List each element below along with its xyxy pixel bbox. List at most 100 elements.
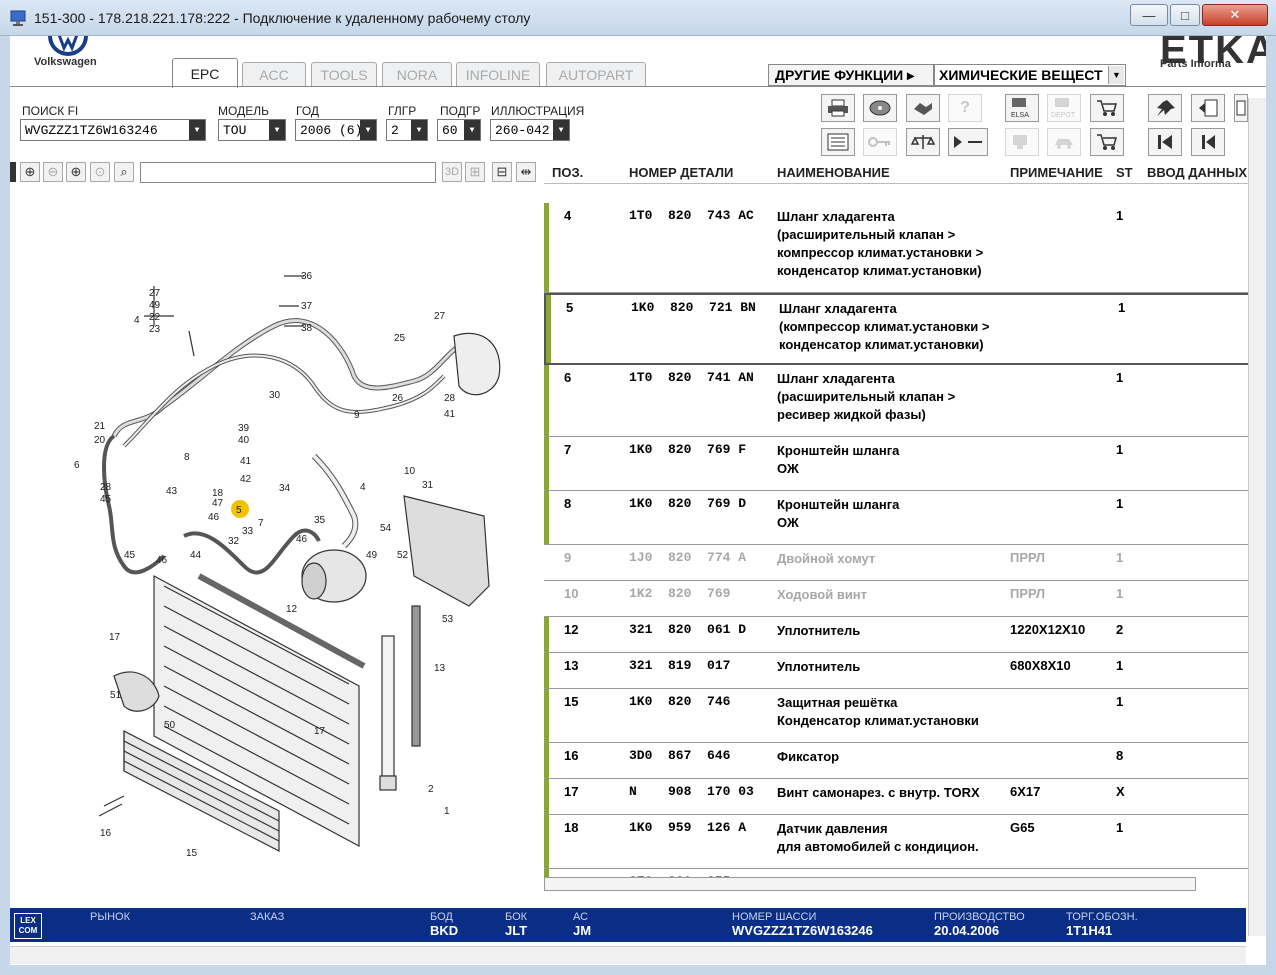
- grid-view-button[interactable]: ⊞: [465, 162, 485, 182]
- tab-autopart[interactable]: AUTOPART: [546, 62, 646, 86]
- other-functions-button[interactable]: ДРУГИЕ ФУНКЦИИ ▸: [768, 64, 934, 86]
- group-select[interactable]: 2 ▼: [386, 119, 428, 141]
- bottom-scrollbar[interactable]: [10, 946, 1246, 964]
- callout-6: 6: [74, 460, 80, 471]
- layout-button[interactable]: ⊟: [492, 162, 512, 182]
- table-row[interactable]: 12 321 820 061 D Уплотнитель 1220X12X10 2: [544, 617, 1256, 653]
- table-row[interactable]: 10 1K2 820 769 Ходовой винт ПРРЛ 1: [544, 581, 1256, 617]
- tab-nora[interactable]: NORA: [382, 62, 452, 86]
- search-button[interactable]: ⌕: [114, 162, 134, 182]
- close-button[interactable]: ✕: [1202, 4, 1268, 26]
- col-name[interactable]: НАИМЕНОВАНИЕ: [777, 165, 890, 180]
- first-button[interactable]: [1148, 128, 1182, 156]
- row-part-number: 1J0 820 774 A: [629, 550, 747, 565]
- callout-31: 31: [422, 480, 434, 491]
- monitor-button[interactable]: [821, 128, 855, 156]
- row-name: Двойной хомут: [777, 551, 876, 566]
- tab-epc[interactable]: EPC: [172, 58, 238, 88]
- chevron-down-icon[interactable]: ▼: [464, 120, 480, 140]
- table-row[interactable]: 9 1J0 820 774 A Двойной хомут ПРРЛ 1: [544, 545, 1256, 581]
- cart-button[interactable]: [1090, 128, 1124, 156]
- row-pos: 8: [564, 496, 572, 511]
- monitor2-button[interactable]: [1005, 128, 1039, 156]
- callout-52: 52: [397, 550, 409, 561]
- key-icon: [868, 137, 890, 147]
- layout-icon: ⊟: [496, 164, 508, 179]
- table-row[interactable]: 13 321 819 017 Уплотнитель 680X8X10 1: [544, 653, 1256, 689]
- cd-button[interactable]: [863, 94, 897, 122]
- zoom-in-button[interactable]: ⊕: [20, 162, 40, 182]
- table-row[interactable]: 8 1K0 820 769 D Кронштейн шланга ОЖ 1: [544, 491, 1256, 545]
- depot-button[interactable]: DEPOT: [1047, 94, 1081, 122]
- callout-20: 20: [94, 435, 106, 446]
- table-row[interactable]: 6 1T0 820 741 AN Шланг хладагента (расшири…: [544, 365, 1256, 437]
- col-st[interactable]: ST: [1116, 165, 1133, 180]
- scale-button[interactable]: [906, 128, 940, 156]
- pin-button[interactable]: [1148, 94, 1182, 122]
- prev-page-button[interactable]: [1191, 94, 1225, 122]
- model-select[interactable]: TOU ▼: [218, 119, 286, 141]
- chevron-down-icon[interactable]: ▼: [411, 120, 427, 140]
- callout-43: 43: [166, 486, 178, 497]
- accent-bar: [546, 295, 551, 363]
- pin-icon: [1157, 100, 1175, 116]
- row-part-number: 1K0 820 721 BN: [631, 300, 756, 315]
- callout-4: 4: [134, 315, 140, 326]
- chevron-down-icon[interactable]: ▼: [189, 120, 205, 140]
- subgroup-select[interactable]: 60 ▼: [437, 119, 481, 141]
- table-row[interactable]: 4 1T0 820 743 AC Шланг хладагента (расшири…: [544, 203, 1256, 293]
- vertical-scrollbar[interactable]: [1248, 98, 1266, 936]
- 3d-button[interactable]: 3D: [442, 162, 462, 182]
- volkswagen-logo: [48, 36, 88, 56]
- fi-search-select[interactable]: WVGZZZ1TZ6W163246 ▼: [20, 119, 206, 141]
- minimize-button[interactable]: —: [1130, 4, 1168, 26]
- subgroup-label: ПОДГР: [440, 104, 481, 118]
- split-button[interactable]: ⇹: [516, 162, 536, 182]
- callout-41b: 41: [240, 456, 252, 467]
- key-button[interactable]: [863, 128, 897, 156]
- col-part[interactable]: НОМЕР ДЕТАЛИ: [629, 165, 733, 180]
- table-row[interactable]: 16 3D0 867 646 Фиксатор 8: [544, 743, 1256, 779]
- back-button[interactable]: [1191, 128, 1225, 156]
- print-button[interactable]: [821, 94, 855, 122]
- row-st: 1: [1116, 694, 1124, 709]
- car-button[interactable]: [1047, 128, 1081, 156]
- chevron-down-icon[interactable]: ▼: [1108, 66, 1124, 84]
- table-row[interactable]: 15 1K0 820 746 Защитная решётка Конденсато…: [544, 689, 1256, 743]
- callout-28: 28: [444, 393, 456, 404]
- handshake-button[interactable]: [906, 94, 940, 122]
- maximize-button[interactable]: □: [1170, 4, 1200, 26]
- chevron-down-icon[interactable]: ▼: [553, 120, 569, 140]
- zoom-out-button[interactable]: ⊖: [43, 162, 63, 182]
- zoom-fit-button[interactable]: ⊙: [90, 162, 110, 182]
- parts-illustration[interactable]: 36 37 38 27 49 22 23 4 27 25 30 9 26 28 …: [14, 186, 542, 906]
- row-pos: 7: [564, 442, 572, 457]
- table-hscrollbar[interactable]: [544, 877, 1196, 891]
- table-row[interactable]: 5 1K0 820 721 BN Шланг хладагента (компрес…: [544, 293, 1256, 365]
- search-input[interactable]: [140, 162, 436, 183]
- callout-33: 33: [242, 526, 254, 537]
- col-note[interactable]: ПРИМЕЧАНИЕ: [1010, 165, 1103, 180]
- table-row[interactable]: 18 1K0 959 126 A Датчик давления для автом…: [544, 815, 1256, 869]
- col-pos[interactable]: ПОЗ.: [552, 165, 583, 180]
- tab-acc[interactable]: ACC: [242, 62, 306, 86]
- year-value: 2006 (6): [300, 122, 363, 138]
- elsa-button[interactable]: ELSA: [1005, 94, 1039, 122]
- year-select[interactable]: 2006 (6) ▼: [295, 119, 377, 141]
- illustration-select[interactable]: 260-042 ▼: [490, 119, 570, 141]
- col-input[interactable]: ВВОД ДАННЫХ: [1147, 165, 1247, 180]
- tab-infoline[interactable]: INFOLINE: [456, 62, 540, 86]
- help-button[interactable]: ?: [948, 94, 982, 122]
- chevron-down-icon[interactable]: ▼: [360, 120, 376, 140]
- chassis-value: WVGZZZ1TZ6W163246: [732, 923, 873, 938]
- list-button[interactable]: [1234, 94, 1248, 122]
- table-row[interactable]: 7 1K0 820 769 F Кронштейн шланга ОЖ 1: [544, 437, 1256, 491]
- tab-tools[interactable]: TOOLS: [311, 62, 377, 86]
- table-row[interactable]: 17 N 908 170 03 Винт самонарез. с внутр. T…: [544, 779, 1256, 815]
- play-minus-button[interactable]: [948, 128, 988, 156]
- cart-add-button[interactable]: [1090, 94, 1124, 122]
- callout-51: 51: [110, 690, 122, 701]
- functions-select[interactable]: ХИМИЧЕСКИЕ ВЕЩЕСТ ▼: [934, 64, 1126, 86]
- chevron-down-icon[interactable]: ▼: [269, 120, 285, 140]
- zoom-area-button[interactable]: ⊕: [66, 162, 86, 182]
